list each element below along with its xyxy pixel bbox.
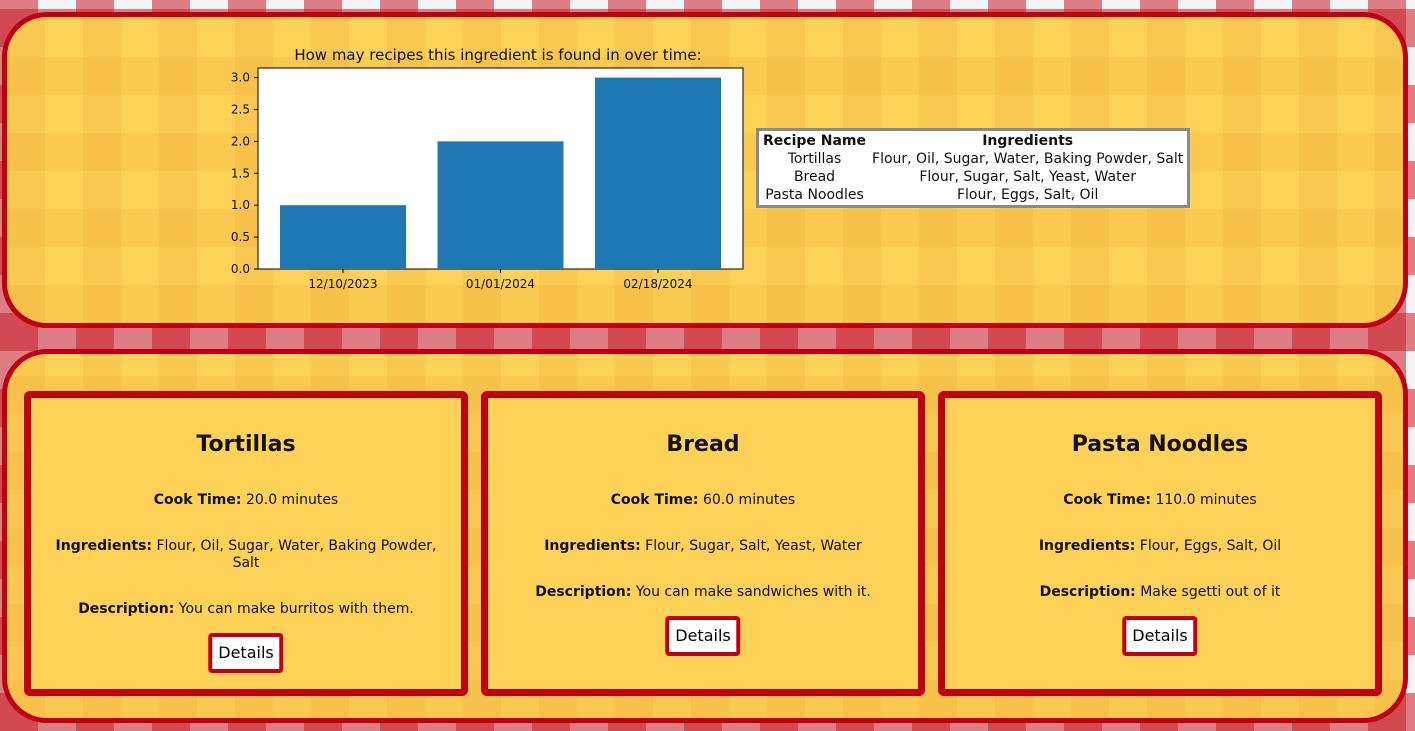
details-button[interactable]: Details [208, 633, 284, 673]
header-recipe-name: Recipe Name [763, 133, 867, 149]
cook-time: Cook Time: 110.0 minutes [963, 492, 1357, 509]
ingredients: Ingredients: Flour, Sugar, Salt, Yeast, … [506, 538, 900, 555]
recipe-title: Tortillas [196, 432, 296, 457]
description-value: Make sgetti out of it [1140, 584, 1281, 600]
description: Description: Make sgetti out of it [963, 584, 1357, 601]
description: Description: You can make sandwiches wit… [506, 584, 900, 601]
table-row: Tortillas Flour, Oil, Sugar, Water, Baki… [761, 151, 1185, 167]
ingredients-label: Ingredients: [544, 538, 641, 554]
cook-time: Cook Time: 20.0 minutes [49, 492, 443, 509]
recipe-title: Bread [666, 432, 740, 457]
recipe-card-bread: Bread Cook Time: 60.0 minutes Ingredient… [481, 391, 925, 696]
ingredients-value: Flour, Eggs, Salt, Oil [1139, 538, 1282, 554]
ingredients-label: Ingredients: [1038, 538, 1136, 554]
ingredients-label: Ingredients: [55, 538, 153, 554]
cook-time-value: 110.0 minutes [1155, 492, 1257, 508]
description-label: Description: [535, 584, 632, 600]
cook-time: Cook Time: 60.0 minutes [506, 492, 900, 509]
ingredients-value: Flour, Oil, Sugar, Water, Baking Powder,… [156, 538, 437, 571]
table-header-row: Recipe Name Ingredients [761, 133, 1185, 149]
chart-panel [2, 12, 1408, 328]
cook-time-label: Cook Time: [610, 492, 699, 508]
table-cell-recipe: Pasta Noodles [765, 187, 864, 203]
cook-time-label: Cook Time: [1063, 492, 1152, 508]
description-value: You can make sandwiches with it. [635, 584, 871, 600]
recipe-card-tortillas: Tortillas Cook Time: 20.0 minutes Ingred… [24, 391, 468, 696]
cook-time-value: 60.0 minutes [702, 492, 796, 508]
description-label: Description: [1039, 584, 1136, 600]
recipe-title: Pasta Noodles [1071, 432, 1249, 457]
ingredients: Ingredients: Flour, Eggs, Salt, Oil [963, 538, 1357, 555]
details-button[interactable]: Details [1122, 616, 1198, 656]
description-value: You can make burritos with them. [178, 601, 414, 617]
table-cell-ingredients: Flour, Sugar, Salt, Yeast, Water [919, 169, 1136, 185]
table-cell-ingredients: Flour, Eggs, Salt, Oil [956, 187, 1099, 203]
recipe-card-pasta-noodles: Pasta Noodles Cook Time: 110.0 minutes I… [938, 391, 1382, 696]
ingredients: Ingredients: Flour, Oil, Sugar, Water, B… [49, 538, 443, 572]
cook-time-label: Cook Time: [153, 492, 242, 508]
ingredients-value: Flour, Sugar, Salt, Yeast, Water [645, 538, 862, 554]
header-ingredients: Ingredients [982, 133, 1074, 149]
recipe-table: Recipe Name Ingredients Tortillas Flour,… [756, 128, 1191, 208]
table-cell-ingredients: Flour, Oil, Sugar, Water, Baking Powder,… [872, 151, 1184, 167]
description: Description: You can make burritos with … [49, 601, 443, 618]
table-row: Pasta Noodles Flour, Eggs, Salt, Oil [761, 187, 1185, 203]
table-cell-recipe: Bread [793, 169, 836, 185]
table-cell-recipe: Tortillas [787, 151, 842, 167]
details-button[interactable]: Details [665, 616, 741, 656]
description-label: Description: [78, 601, 175, 617]
table-row: Bread Flour, Sugar, Salt, Yeast, Water [761, 169, 1185, 185]
cook-time-value: 20.0 minutes [245, 492, 339, 508]
